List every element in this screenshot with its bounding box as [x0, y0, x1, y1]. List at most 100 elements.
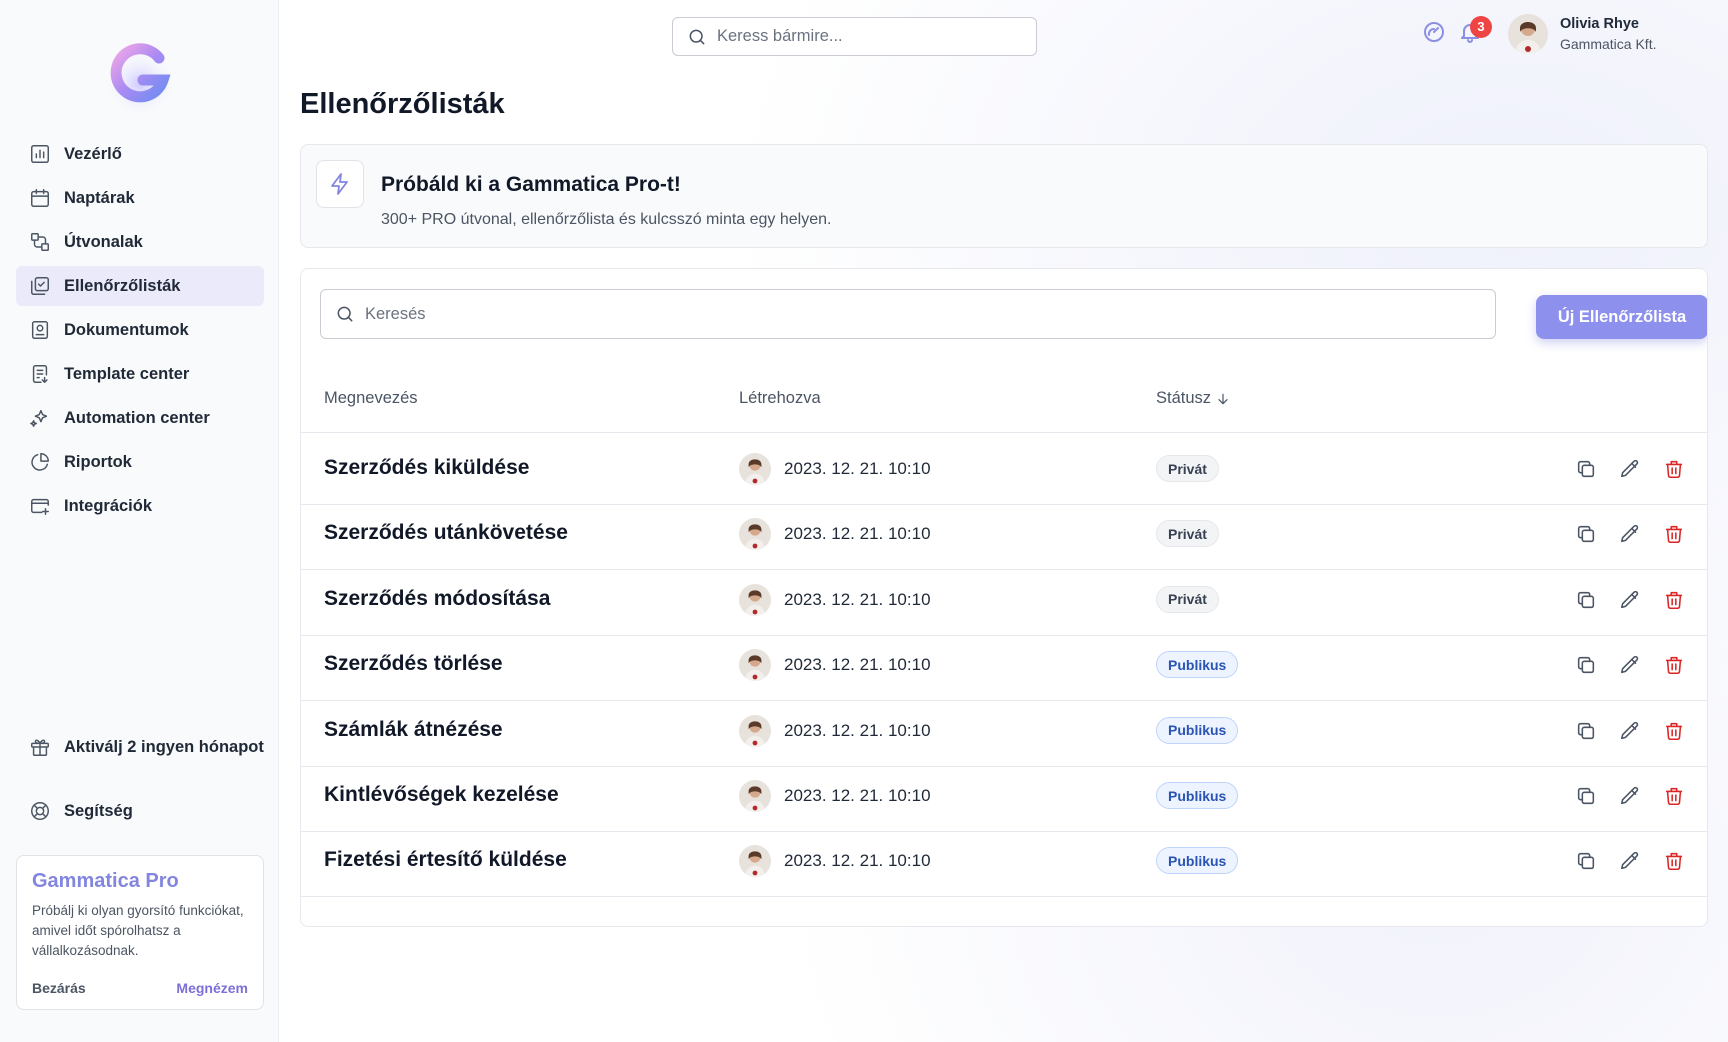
help-link[interactable]: Segítség — [16, 791, 264, 831]
bar-chart-icon — [28, 142, 52, 166]
user-name: Olivia Rhye — [1560, 16, 1639, 32]
checklist-table-card: Új Ellenőrzőlista Megnevezés Létrehozva … — [300, 268, 1708, 927]
pro-promo-card: Gammatica Pro Próbálj ki olyan gyorsító … — [16, 855, 264, 1010]
copy-icon[interactable] — [1573, 718, 1599, 744]
created-date: 2023. 12. 21. 10:10 — [784, 459, 931, 478]
status-badge: Publikus — [1156, 782, 1239, 809]
table-row[interactable]: Kintlévőségek kezelése 2023. 12. 21. 10:1… — [301, 760, 1707, 832]
sidebar-item-label: Integrációk — [64, 496, 153, 515]
created-date: 2023. 12. 21. 10:10 — [784, 655, 931, 675]
global-search-input[interactable] — [717, 27, 1036, 46]
trash-icon[interactable] — [1661, 652, 1687, 678]
created-date: 2023. 12. 21. 10:10 — [784, 786, 931, 805]
table-row[interactable]: Fizetési értesítő küldése 2023. 12. 21. 1… — [301, 825, 1707, 898]
pro-upsell-banner[interactable]: Próbáld ki a Gammatica Pro-t! 300+ PRO ú… — [300, 144, 1708, 248]
integration-icon — [28, 494, 52, 518]
notifications-button[interactable]: 3 — [1458, 15, 1492, 49]
global-search[interactable] — [672, 17, 1037, 56]
new-checklist-button[interactable]: Új Ellenőrzőlista — [1536, 295, 1707, 339]
column-header-name[interactable]: Megnevezés — [324, 389, 418, 408]
sidebar-item-integraciok[interactable]: Integrációk — [16, 486, 264, 526]
sidebar-item-utvonalak[interactable]: Útvonalak — [16, 222, 264, 262]
table-row[interactable]: Szerződés kiküldése 2023. 12. 21. 10:10 Pr… — [301, 433, 1707, 505]
banner-subtitle: 300+ PRO útvonal, ellenőrzőlista és kulc… — [381, 211, 832, 228]
trash-icon[interactable] — [1661, 587, 1687, 613]
sidebar-item-automation-center[interactable]: Automation center — [16, 398, 264, 438]
promo-title: Gammatica Pro — [32, 870, 179, 892]
sidebar-item-label: Automation center — [64, 408, 210, 427]
copy-icon[interactable] — [1573, 848, 1599, 874]
created-date: 2023. 12. 21. 10:10 — [784, 720, 931, 740]
help-label: Segítség — [64, 801, 133, 820]
copy-icon[interactable] — [1573, 587, 1599, 613]
checklist-name[interactable]: Szerződés törlése — [324, 652, 503, 676]
user-company: Gammatica Kft. — [1560, 36, 1657, 52]
edit-icon[interactable] — [1617, 521, 1643, 547]
creator-avatar — [739, 583, 771, 616]
checklist-name[interactable]: Szerződés módosítása — [324, 587, 550, 611]
status-badge: Publikus — [1156, 716, 1239, 744]
copy-icon[interactable] — [1573, 521, 1599, 547]
creator-avatar — [739, 453, 771, 485]
document-icon — [28, 318, 52, 342]
sidebar-item-vezerlo[interactable]: Vezérlő — [16, 134, 264, 174]
activate-free-months-link[interactable]: Aktiválj 2 ingyen hónapot — [16, 727, 264, 767]
sidebar-item-riportok[interactable]: Riportok — [16, 442, 264, 482]
promo-try-button[interactable]: Megnézem — [176, 980, 248, 996]
sidebar-item-template-center[interactable]: Template center — [16, 354, 264, 394]
creator-avatar — [739, 714, 771, 747]
search-icon — [335, 304, 355, 324]
checklist-name[interactable]: Szerződés kiküldése — [324, 456, 529, 480]
sidebar-item-naptarak[interactable]: Naptárak — [16, 178, 264, 218]
table-row[interactable]: Számlák átnézése 2023. 12. 21. 10:10 Publi… — [301, 695, 1707, 767]
edit-icon[interactable] — [1617, 587, 1643, 613]
trash-icon[interactable] — [1661, 521, 1687, 547]
edit-icon[interactable] — [1617, 718, 1643, 744]
status-badge: Publikus — [1156, 651, 1239, 679]
trash-icon[interactable] — [1661, 718, 1687, 744]
creator-avatar — [739, 780, 771, 812]
table-row[interactable]: Szerződés utánkövetése 2023. 12. 21. 10:1… — [301, 498, 1707, 571]
sidebar-item-dokumentumok[interactable]: Dokumentumok — [16, 310, 264, 350]
status-badge: Privát — [1156, 455, 1219, 482]
trash-icon[interactable] — [1661, 848, 1687, 874]
user-avatar[interactable] — [1508, 14, 1548, 54]
pie-chart-icon — [28, 450, 52, 474]
checklist-icon — [28, 274, 52, 298]
promo-actions: Bezárás Megnézem — [32, 980, 248, 996]
sidebar-item-ellenorzolistak[interactable]: Ellenőrzőlisták — [16, 266, 264, 306]
checklist-name[interactable]: Kintlévőségek kezelése — [324, 783, 559, 807]
creator-avatar — [739, 845, 771, 878]
route-icon — [28, 230, 52, 254]
list-search-input[interactable] — [365, 304, 1495, 324]
promo-close-button[interactable]: Bezárás — [32, 980, 86, 996]
checklist-name[interactable]: Számlák átnézése — [324, 718, 503, 742]
gauge-icon[interactable] — [1422, 20, 1446, 49]
header-user-area: 3 Olivia Rhye Gammatica Kft. — [1422, 14, 1656, 54]
table-row[interactable]: Szerződés törlése 2023. 12. 21. 10:10 Publ… — [301, 629, 1707, 702]
column-header-created[interactable]: Létrehozva — [739, 389, 821, 408]
created-date: 2023. 12. 21. 10:10 — [784, 524, 931, 544]
sidebar-item-label: Riportok — [64, 452, 132, 471]
copy-icon[interactable] — [1573, 783, 1599, 809]
created-date: 2023. 12. 21. 10:10 — [784, 851, 931, 871]
edit-icon[interactable] — [1617, 783, 1643, 809]
status-badge: Privát — [1156, 585, 1219, 613]
list-search[interactable] — [320, 289, 1496, 339]
edit-icon[interactable] — [1617, 456, 1643, 482]
user-info[interactable]: Olivia Rhye Gammatica Kft. — [1560, 16, 1656, 52]
edit-icon[interactable] — [1617, 848, 1643, 874]
copy-icon[interactable] — [1573, 652, 1599, 678]
checklist-name[interactable]: Fizetési értesítő küldése — [324, 848, 567, 872]
table-row[interactable]: Szerződés módosítása 2023. 12. 21. 10:10 P… — [301, 564, 1707, 636]
trash-icon[interactable] — [1661, 783, 1687, 809]
sidebar-item-label: Template center — [64, 364, 190, 383]
checklist-name[interactable]: Szerződés utánkövetése — [324, 521, 568, 545]
column-header-status[interactable]: Státusz — [1156, 389, 1231, 408]
activate-label: Aktiválj 2 ingyen hónapot — [64, 737, 264, 756]
copy-icon[interactable] — [1573, 456, 1599, 482]
edit-icon[interactable] — [1617, 652, 1643, 678]
calendar-icon — [28, 186, 52, 210]
trash-icon[interactable] — [1661, 456, 1687, 482]
gammatica-logo[interactable] — [101, 30, 179, 118]
